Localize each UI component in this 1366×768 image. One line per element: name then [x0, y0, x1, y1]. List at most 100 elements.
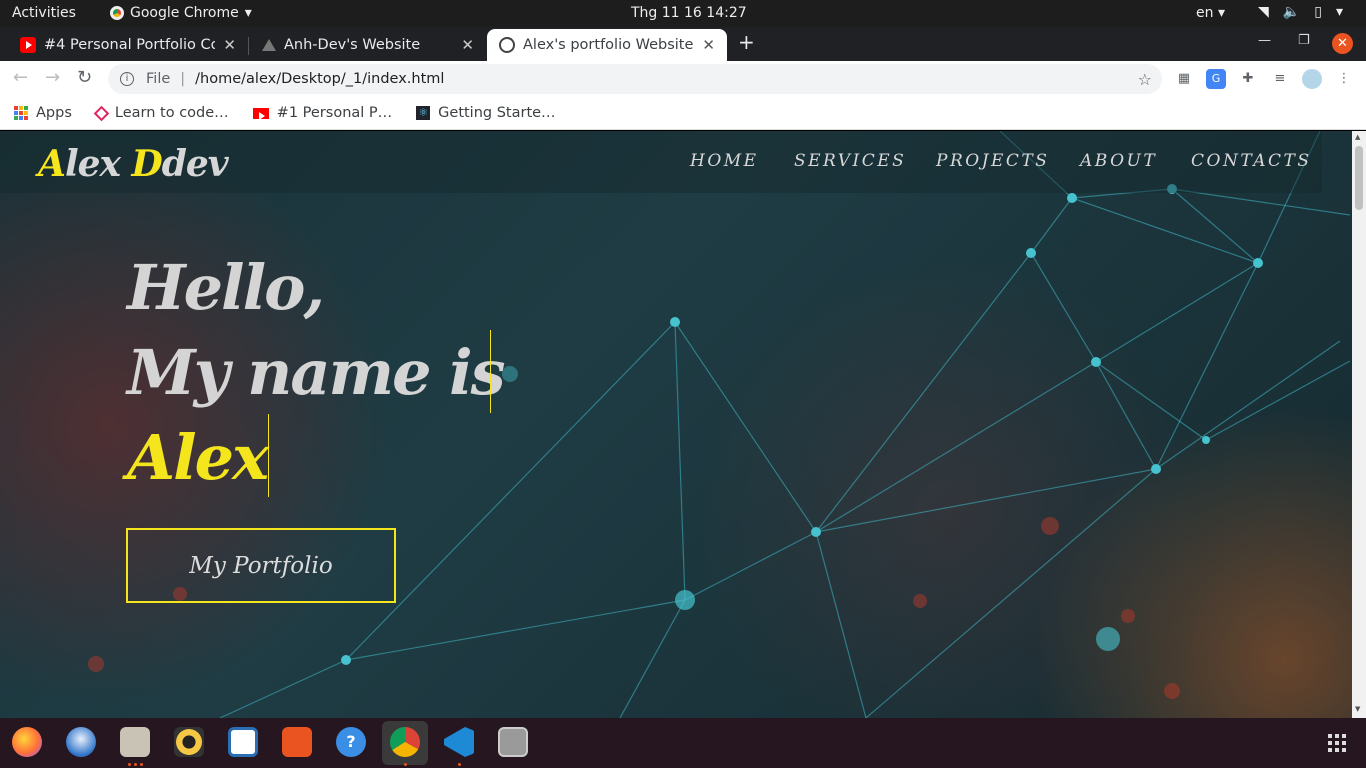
running-indicator: [404, 763, 407, 766]
clock[interactable]: Thg 11 16 14:27: [631, 5, 747, 21]
bookmark-learn-to-code[interactable]: Learn to code…: [93, 105, 229, 121]
thunderbird-icon[interactable]: [66, 727, 96, 757]
divider: |: [180, 71, 186, 87]
nav-contacts[interactable]: CONTACTS: [1191, 151, 1312, 171]
youtube-icon: [20, 37, 36, 53]
url-text[interactable]: /home/alex/Desktop/_1/index.html: [195, 71, 444, 87]
bookmark-label: Getting Starte…: [438, 105, 556, 121]
firefox-icon[interactable]: [12, 727, 42, 757]
my-portfolio-button[interactable]: My Portfolio: [126, 528, 396, 603]
forward-button[interactable]: →: [45, 67, 60, 88]
disk-icon[interactable]: [498, 727, 528, 757]
page-viewport: Alex Ddev HOME SERVICES PROJECTS ABOUT C…: [0, 131, 1352, 718]
wifi-icon: ◥: [1258, 4, 1269, 20]
info-icon[interactable]: i: [120, 72, 134, 86]
typing-caret: [490, 330, 491, 413]
bookmark-label: Apps: [36, 105, 72, 121]
bookmark-apps[interactable]: Apps: [14, 105, 72, 121]
writer-icon[interactable]: [228, 727, 258, 757]
url-scheme: File: [146, 71, 171, 87]
running-indicator: [140, 763, 143, 766]
help-icon[interactable]: ?: [336, 727, 366, 757]
media-control-icon[interactable]: ≡: [1270, 69, 1290, 89]
browser-toolbar: ← → ↻ i File | /home/alex/Desktop/_1/ind…: [0, 61, 1366, 97]
volume-icon: 🔈: [1282, 4, 1301, 20]
puzzle-icon[interactable]: ✚: [1238, 69, 1258, 89]
globe-icon: [499, 37, 515, 53]
bookmark-getting-started[interactable]: ⚛ Getting Starte…: [416, 105, 556, 121]
running-indicator: [458, 763, 461, 766]
app-name: Google Chrome: [130, 5, 239, 21]
running-indicator: [128, 763, 131, 766]
hero-intro: My name is: [127, 336, 506, 409]
tab-title: Alex's portfolio Website: [523, 37, 694, 53]
ubuntu-dock: ?: [0, 718, 1366, 768]
logo-initial-a: A: [38, 143, 66, 185]
freecodecamp-icon: [93, 105, 110, 121]
rhythmbox-icon[interactable]: [174, 727, 204, 757]
bookmark-label: #1 Personal P…: [276, 105, 393, 121]
react-icon: ⚛: [416, 106, 431, 120]
tab-separator: [248, 37, 249, 55]
hero-name: Alex: [127, 421, 269, 494]
files-icon[interactable]: [120, 727, 150, 757]
tab-strip: #4 Personal Portfolio Cor ✕ Anh-Dev's We…: [0, 27, 1366, 61]
logo-text: dev: [161, 143, 229, 185]
scrollbar-thumb[interactable]: [1355, 146, 1363, 210]
chevron-down-icon: ▾: [1335, 4, 1343, 20]
vscode-icon[interactable]: [444, 727, 474, 757]
tab-alex-portfolio[interactable]: Alex's portfolio Website ✕: [487, 29, 727, 61]
bookmark-personal-portfolio[interactable]: #1 Personal P…: [252, 105, 393, 121]
activities-button[interactable]: Activities: [12, 5, 76, 21]
nav-services[interactable]: SERVICES: [794, 151, 906, 171]
minimize-button[interactable]: —: [1258, 33, 1271, 48]
apps-grid-icon: [14, 106, 28, 120]
nav-home[interactable]: HOME: [690, 151, 759, 171]
show-applications-icon[interactable]: [1328, 734, 1346, 752]
close-icon[interactable]: ✕: [702, 36, 715, 54]
scroll-up-arrow-icon[interactable]: ▲: [1355, 133, 1360, 141]
triangle-icon: [262, 39, 276, 51]
chrome-icon[interactable]: [390, 727, 420, 757]
nav-about[interactable]: ABOUT: [1080, 151, 1157, 171]
close-icon[interactable]: ✕: [223, 36, 236, 54]
tab-portfolio-course[interactable]: #4 Personal Portfolio Cor ✕: [8, 29, 248, 61]
google-translate-icon[interactable]: G: [1206, 69, 1226, 89]
chrome-icon: [110, 6, 124, 20]
chevron-down-icon: ▾: [244, 5, 252, 21]
hero-greeting: Hello,: [127, 251, 325, 324]
maximize-button[interactable]: ❐: [1298, 33, 1310, 48]
extensions-area: ▦ G ✚ ≡ ⋮: [1174, 69, 1354, 89]
language-label: en: [1196, 5, 1214, 21]
input-language[interactable]: en ▾: [1196, 5, 1225, 21]
back-button[interactable]: ←: [13, 67, 28, 88]
address-bar[interactable]: i File | /home/alex/Desktop/_1/index.htm…: [108, 64, 1162, 94]
page-scrollbar[interactable]: ▲ ▼: [1352, 131, 1366, 718]
youtube-icon: [252, 107, 269, 120]
new-tab-button[interactable]: +: [738, 30, 755, 54]
tab-title: #4 Personal Portfolio Cor: [44, 37, 216, 53]
tab-title: Anh-Dev's Website: [284, 37, 421, 53]
typing-caret: [268, 414, 269, 497]
reload-button[interactable]: ↻: [77, 67, 92, 88]
tab-anh-dev[interactable]: Anh-Dev's Website ✕: [250, 29, 486, 61]
site-logo[interactable]: Alex Ddev: [38, 143, 229, 185]
window-close-button[interactable]: ✕: [1332, 33, 1353, 54]
bookmark-label: Learn to code…: [114, 105, 229, 121]
bookmark-star-icon[interactable]: ☆: [1138, 70, 1152, 89]
system-top-bar: Activities Google Chrome ▾ Thg 11 16 14:…: [0, 0, 1366, 27]
system-status-area[interactable]: ◥ 🔈 ▯ ▾: [1258, 4, 1343, 20]
avatar[interactable]: [1302, 69, 1322, 89]
software-icon[interactable]: [282, 727, 312, 757]
bookmarks-bar: Apps Learn to code… #1 Personal P… ⚛ Get…: [0, 97, 1366, 130]
running-indicator: [134, 763, 137, 766]
extension-icon[interactable]: ▦: [1174, 69, 1194, 89]
logo-text: lex: [64, 143, 132, 185]
logo-initial-d: D: [131, 143, 163, 185]
nav-projects[interactable]: PROJECTS: [936, 151, 1049, 171]
app-menu[interactable]: Google Chrome ▾: [110, 5, 252, 21]
close-icon[interactable]: ✕: [461, 36, 474, 54]
battery-icon: ▯: [1314, 4, 1322, 20]
kebab-menu-icon[interactable]: ⋮: [1334, 69, 1354, 89]
scroll-down-arrow-icon[interactable]: ▼: [1355, 705, 1360, 713]
